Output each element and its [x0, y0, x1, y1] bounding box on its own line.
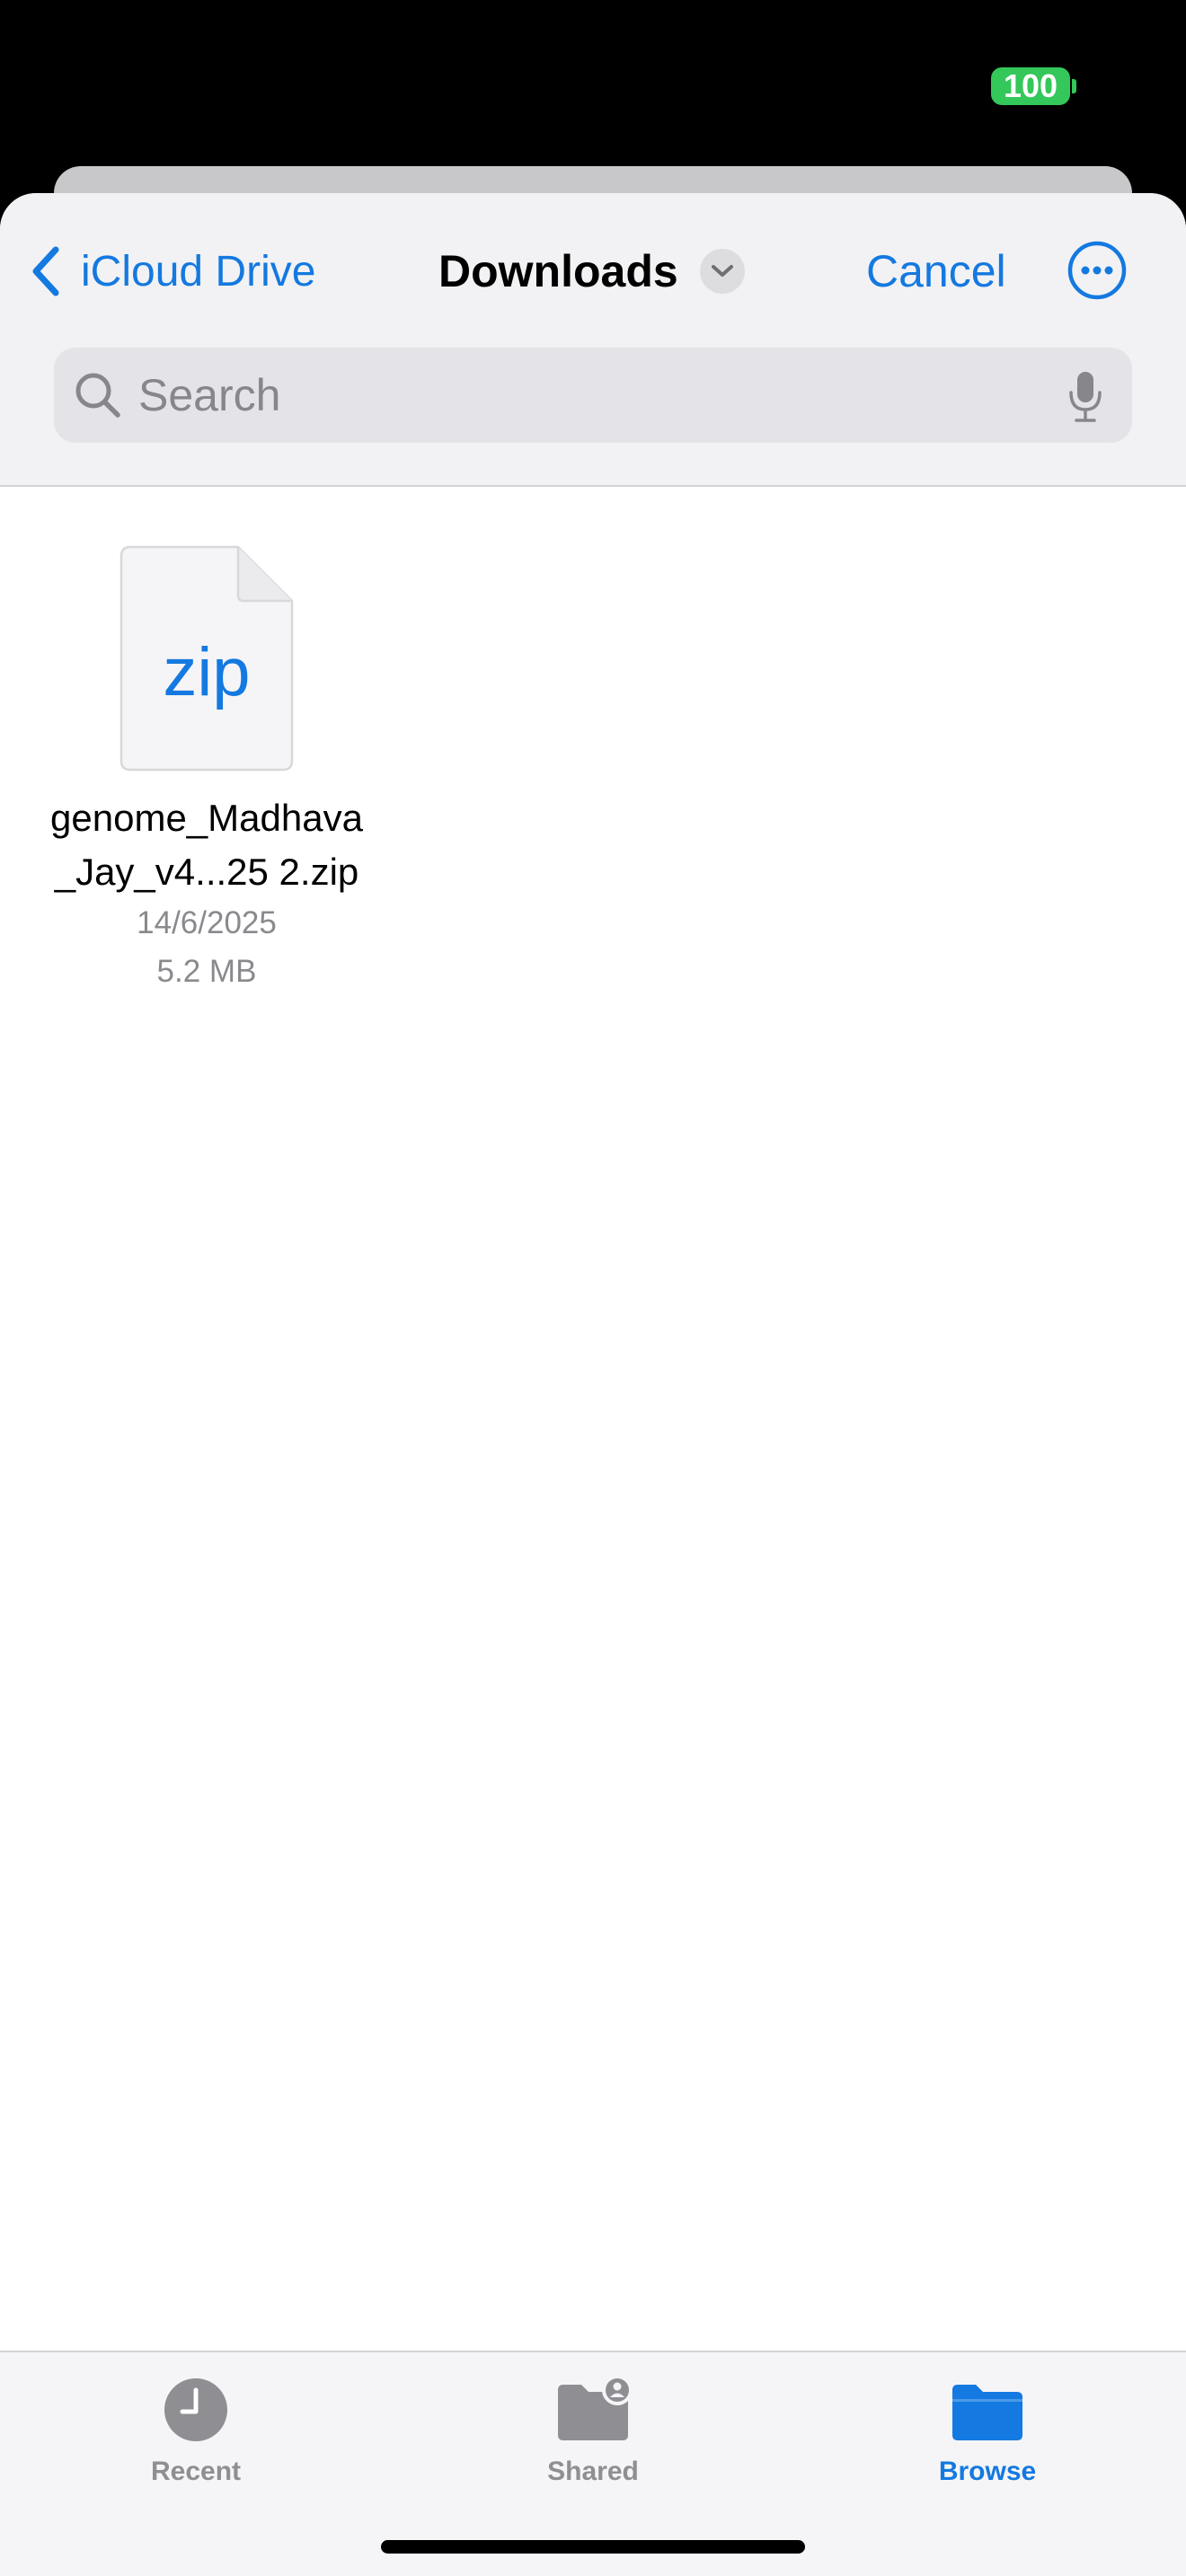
screen: 100 iCloud Drive Downloads Cancel Search… [0, 0, 1186, 2576]
chevron-down-icon [699, 249, 745, 294]
tab-shared[interactable]: Shared [485, 2374, 701, 2487]
search-input[interactable] [138, 348, 1037, 443]
file-name-line-1: genome_Madhava [50, 797, 363, 839]
file-item[interactable]: zip genome_Madhava _Jay_v4...25 2.zip 14… [36, 545, 377, 996]
document-picker-sheet: iCloud Drive Downloads Cancel Search zip… [0, 193, 1186, 2576]
home-indicator [381, 2540, 805, 2554]
battery-nub [1072, 79, 1076, 93]
file-date: 14/6/2025 [137, 905, 277, 940]
shared-folder-icon [558, 2375, 633, 2440]
search-icon [75, 373, 120, 418]
page-title: Downloads [438, 246, 678, 296]
folder-icon [952, 2385, 1022, 2440]
microphone-icon[interactable] [1067, 369, 1103, 423]
tab-label-browse: Browse [938, 2457, 1037, 2486]
battery-indicator: 100 [991, 67, 1070, 105]
file-name-line-2: _Jay_v4...25 2.zip [54, 851, 359, 893]
search-bar[interactable] [54, 348, 1132, 443]
zip-file-icon: zip [119, 545, 294, 772]
tab-recent[interactable]: Recent [88, 2374, 304, 2487]
back-button-label: iCloud Drive [81, 247, 316, 296]
chevron-left-icon [32, 246, 59, 296]
more-options-icon[interactable] [1067, 241, 1127, 300]
tab-label-shared: Shared [547, 2457, 639, 2486]
folder-title-menu[interactable]: Downloads [438, 240, 745, 303]
file-size: 5.2 MB [156, 954, 257, 989]
tab-label-recent: Recent [150, 2457, 242, 2486]
tab-browse[interactable]: Browse [880, 2374, 1095, 2487]
navigation-header: iCloud Drive Downloads Cancel [0, 193, 1186, 487]
file-type-label: zip [163, 634, 251, 710]
clock-icon [164, 2378, 227, 2441]
cancel-button[interactable]: Cancel [866, 240, 1006, 303]
back-button[interactable]: iCloud Drive [32, 240, 315, 303]
